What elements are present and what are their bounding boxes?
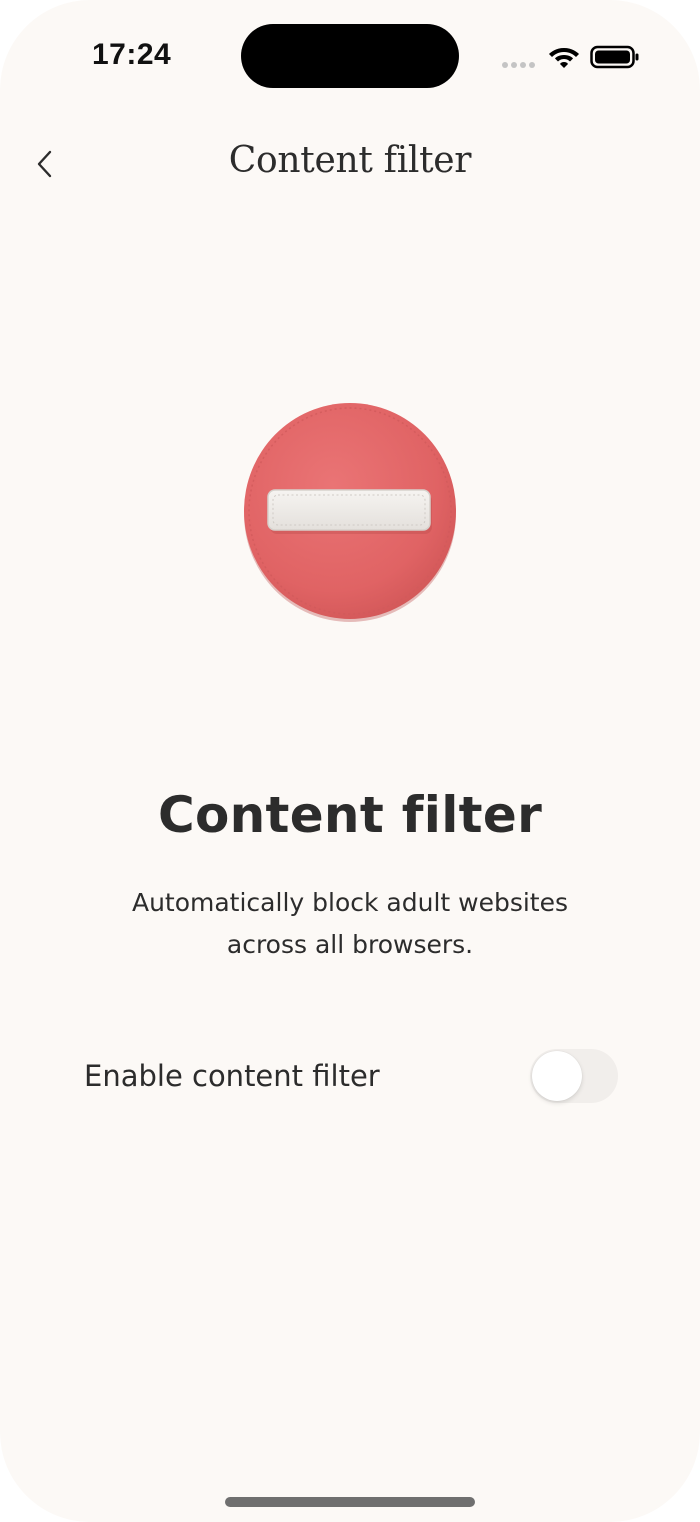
home-indicator: [225, 1497, 475, 1507]
content-filter-toggle[interactable]: [530, 1049, 618, 1103]
signal-icon: [502, 62, 535, 68]
no-entry-icon: [244, 403, 456, 622]
description: Automatically block adult websites acros…: [131, 888, 569, 959]
toggle-knob: [532, 1051, 582, 1101]
heading: Content filter: [157, 786, 543, 844]
wifi-icon: [549, 48, 579, 68]
page-title: Content filter: [228, 140, 472, 181]
battery-icon: [590, 45, 639, 69]
screen: 17:24 Content filter Content filter Auto…: [0, 0, 700, 1522]
dynamic-island: [241, 24, 459, 88]
content-filter-setting-row: Enable content filter: [84, 1048, 618, 1104]
setting-label: Enable content filter: [84, 1059, 380, 1093]
status-time: 17:24: [92, 38, 172, 71]
